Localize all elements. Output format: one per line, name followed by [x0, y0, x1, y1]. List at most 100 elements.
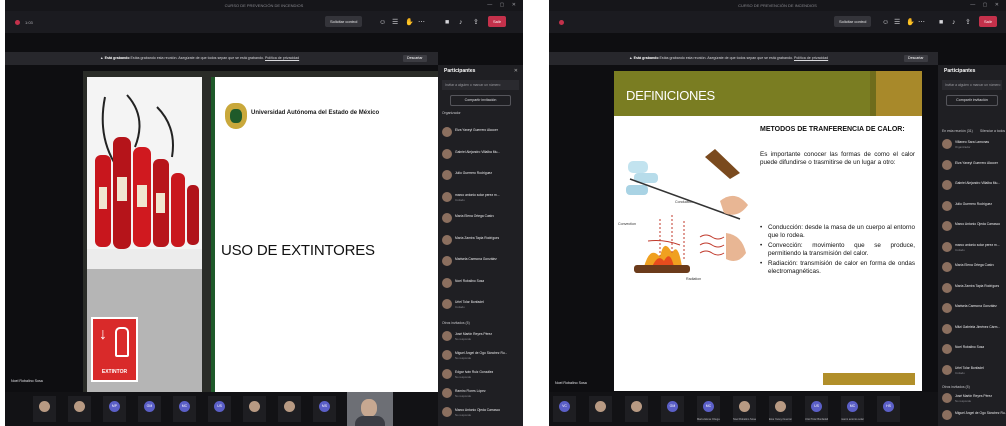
participant-tile[interactable] — [68, 396, 91, 422]
participant-tile[interactable]: GM — [661, 396, 684, 422]
participant-row[interactable]: José Martín Reyes Pérez No responde — [941, 391, 1003, 407]
window-controls[interactable]: — ▢ ✕ — [970, 0, 1002, 11]
participant-tile[interactable]: US Uriel Tolar Bonfadeli — [805, 396, 828, 422]
participant-tile[interactable]: MC — [173, 396, 196, 422]
participant-name: Julio Guerrero Rodríguez — [955, 201, 993, 206]
extinguishers-illustration — [87, 77, 202, 269]
participant-row[interactable]: Noel Robalino Sosa — [441, 276, 520, 292]
invite-search-input[interactable]: Invitar a alguien o marcar un número — [942, 80, 1002, 90]
participant-tile[interactable]: Noel Robalino Sosa — [733, 396, 756, 422]
share-invite-button[interactable]: Compartir invitación — [450, 95, 511, 106]
sign-label: EXTINTOR — [101, 369, 128, 375]
mic-icon[interactable]: ♪ — [952, 19, 956, 26]
slide-title: USO DE EXTINTORES — [221, 242, 375, 259]
more-icon[interactable]: ⋯ — [418, 19, 425, 26]
participant-row[interactable]: Miguel Ángel de Ogo Sánchez Ru... No resp… — [441, 348, 520, 364]
participant-tile[interactable] — [243, 396, 266, 422]
share-icon[interactable]: ⇪ — [965, 19, 971, 26]
participant-status: No responde — [455, 356, 472, 360]
leave-button[interactable]: Salir — [488, 16, 507, 27]
close-icon[interactable]: ✕ — [514, 68, 518, 74]
avatar — [631, 401, 642, 412]
participant-name: Marco Antonio Ojeda Carrasco — [455, 408, 501, 412]
dismiss-button[interactable]: Descartar — [904, 55, 928, 62]
avatar — [442, 277, 452, 288]
participant-row[interactable]: Ramiro Flores López No responde — [441, 386, 520, 402]
participant-row[interactable]: Uriel Tolar Bonfadeli Invitado — [941, 363, 1003, 379]
avatar — [442, 407, 452, 417]
participant-row[interactable]: María Zamira Tapia Rodríguez — [941, 281, 1003, 297]
participant-status: Invitado — [955, 370, 965, 375]
participant-tile[interactable] — [625, 396, 648, 422]
participant-tile[interactable]: GM — [138, 396, 161, 422]
presenter-video[interactable] — [347, 392, 393, 426]
avatar — [442, 350, 452, 360]
mic-icon[interactable]: ♪ — [459, 19, 463, 26]
participant-row[interactable]: Villaneo Sara Lamonas Organizador — [941, 137, 1003, 153]
others-section: Otros invitados (5) — [442, 321, 470, 325]
privacy-link[interactable]: Política de privacidad — [794, 56, 828, 60]
avatar: GM — [667, 401, 678, 412]
avatar — [74, 401, 85, 412]
request-control-button[interactable]: Solicitar control — [834, 16, 872, 27]
hand-icon[interactable]: ✋ — [405, 19, 414, 26]
share-invite-button[interactable]: Compartir invitación — [946, 95, 998, 106]
chat-icon[interactable]: ☰ — [392, 19, 398, 26]
participant-tile[interactable] — [589, 396, 612, 422]
participant-row[interactable]: Marisela Carmona González — [441, 254, 520, 270]
participant-row[interactable]: María Elena Ortega Castro — [941, 260, 1003, 276]
avatar — [942, 241, 952, 252]
participant-row[interactable]: José Martín Reyes Pérez No responde — [441, 329, 520, 345]
participant-row[interactable]: Elva Yaneyi Guerrero Alcocer — [941, 158, 1003, 174]
avatar — [942, 221, 952, 231]
participant-tile[interactable]: MC María Elena Ortega C... — [697, 396, 720, 422]
participant-tile[interactable] — [33, 396, 56, 422]
dismiss-button[interactable]: Descartar — [403, 55, 427, 62]
participants-icon[interactable]: ☺ — [379, 19, 386, 26]
more-icon[interactable]: ⋯ — [918, 19, 925, 26]
participant-name: Julio Guerrero Rodríguez — [455, 171, 493, 175]
participant-row[interactable]: María Elena Ortega Castro — [441, 211, 520, 227]
participant-row[interactable]: Julio Guerrero Rodríguez — [941, 199, 1003, 215]
participant-row[interactable]: Mitzi Gabriela Jiménez Cárm... — [941, 322, 1003, 338]
participant-tile[interactable]: HS — [877, 396, 900, 422]
participant-row[interactable]: Marisela Carmona González — [941, 301, 1003, 317]
participant-tile[interactable]: MP — [103, 396, 126, 422]
camera-icon[interactable]: ■ — [939, 19, 943, 26]
avatar — [942, 344, 952, 354]
participant-tile[interactable]: MC marco antonio solar p... — [841, 396, 864, 422]
participant-tile[interactable]: VC — [553, 396, 576, 422]
camera-icon[interactable]: ■ — [445, 19, 449, 26]
participants-icon[interactable]: ☺ — [882, 19, 889, 26]
privacy-link[interactable]: Política de privacidad — [265, 56, 299, 60]
participant-tile[interactable] — [278, 396, 301, 422]
participant-row[interactable]: Edgar Iván Ruiz González No responde — [441, 367, 520, 383]
leave-button[interactable]: Salir — [979, 16, 998, 27]
participant-name: marco antonio solar perez m... — [955, 242, 1000, 247]
participant-row[interactable]: marco antonio solar perez m... Invitado — [941, 240, 1003, 256]
participant-row[interactable]: Miguel Ángel de Ogo Sánchez Ru... — [941, 408, 1006, 424]
invite-search-input[interactable]: Invitar a alguien o marcar un número — [442, 80, 519, 90]
participant-tile[interactable]: Elva Yaneyi Guerrero... — [769, 396, 792, 422]
participant-row[interactable]: María Zamira Tapia Rodríguez — [441, 233, 520, 249]
share-icon[interactable]: ⇪ — [473, 19, 479, 26]
participant-row[interactable]: Noel Robalino Sosa — [941, 342, 1003, 358]
participant-name: Villaneo Sara Lamonas — [955, 140, 990, 144]
banner-strong: Está grabando — [104, 56, 130, 60]
chat-icon[interactable]: ☰ — [894, 19, 900, 26]
participant-row[interactable]: marco antonio solar perez m... Invitado — [441, 190, 520, 206]
participant-row[interactable]: Elva Yaneyi Guerrero Alcocer — [441, 125, 520, 141]
participant-row[interactable]: Julio Guerrero Rodríguez — [441, 168, 520, 184]
mute-all-button[interactable]: Silenciar a todos — [980, 129, 1005, 133]
window-controls[interactable]: — ▢ ✕ — [487, 0, 519, 11]
participant-tile[interactable]: US — [208, 396, 231, 422]
participant-row[interactable]: Gabriel Alejandro Villalba Mu... — [941, 178, 1003, 194]
participant-row[interactable]: Marco Antonio Ojeda Carrasco No responde — [441, 405, 520, 421]
participant-row[interactable]: Gabriel Alejandro Villalba Mu... — [441, 147, 520, 163]
hand-icon[interactable]: ✋ — [906, 19, 915, 26]
participant-row[interactable]: Uriel Tolar Bonfadeli Invitado — [441, 297, 520, 313]
participant-row[interactable]: Marco Antonio Ojeda Carrasco — [941, 219, 1003, 235]
participant-tile[interactable]: MS — [313, 396, 336, 422]
request-control-button[interactable]: Solicitar control — [325, 16, 363, 27]
title-bar: CURSO DE PREVENCIÓN DE INCENDIOS — ▢ ✕ — [5, 0, 523, 11]
